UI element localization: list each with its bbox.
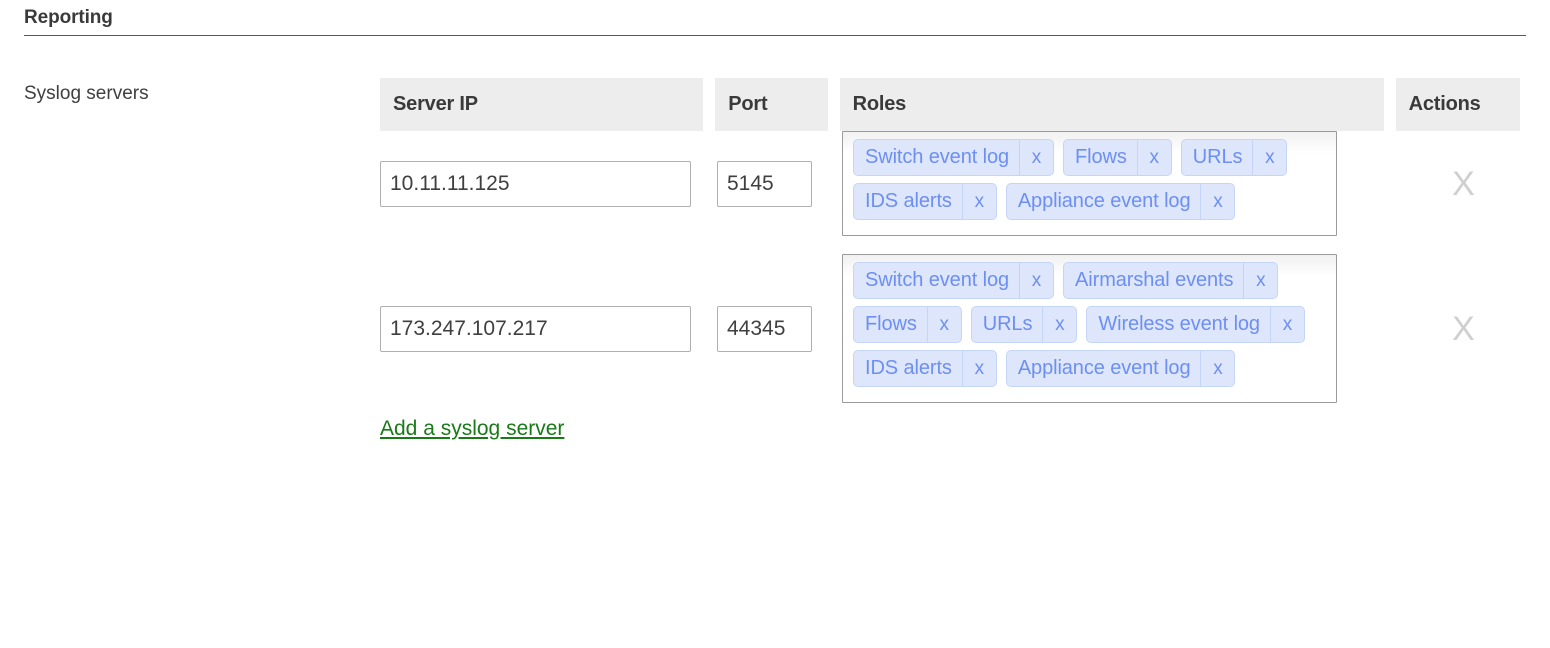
column-header-roles: Roles [839, 78, 1384, 131]
role-tag: Airmarshal events x [1063, 262, 1279, 299]
page-title: Reporting [24, 7, 113, 28]
role-tag-remove-icon[interactable]: x [961, 351, 996, 386]
section-header: Reporting [24, 6, 1526, 36]
role-tag-remove-icon[interactable]: x [1243, 263, 1277, 298]
role-tag: Switch event log x [853, 139, 1055, 176]
roles-cell: Switch event log x Flows x URLs x IDS alerts x A… [842, 131, 1389, 236]
port-input[interactable] [717, 305, 812, 352]
port-cell [717, 131, 830, 236]
roles-cell: Switch event log x Airmarshal events x Flows… [842, 254, 1389, 403]
role-tag-label: Switch event log [865, 146, 1010, 168]
role-tag-remove-icon[interactable]: x [1252, 140, 1286, 175]
header-gap [703, 78, 716, 131]
server-ip-cell [380, 131, 705, 236]
delete-row-icon[interactable]: X [1452, 312, 1475, 346]
role-tag: Wireless event log x [1086, 306, 1305, 343]
role-tag: IDS alerts x [853, 350, 997, 387]
server-ip-input[interactable] [380, 160, 691, 207]
role-tag-label: Appliance event log [1017, 357, 1191, 379]
syslog-servers-label: Syslog servers [24, 83, 149, 104]
role-tag-remove-icon[interactable]: x [1269, 307, 1304, 342]
column-header-port: Port [715, 78, 828, 131]
column-header-server-ip: Server IP [380, 78, 704, 131]
role-tag-remove-icon[interactable]: x [1042, 307, 1076, 342]
add-syslog-server-row: Add a syslog server [380, 403, 1520, 441]
role-tag-remove-icon[interactable]: x [1136, 140, 1171, 175]
role-tag-remove-icon[interactable]: x [1019, 140, 1053, 175]
role-tag-remove-icon[interactable]: x [926, 307, 961, 342]
role-tag-label: Flows [865, 313, 917, 335]
table-row: Switch event logxAirmarshal eventsxFlows… [380, 254, 1520, 403]
server-ip-input[interactable] [380, 305, 691, 352]
role-tag: IDS alerts x [853, 183, 997, 220]
role-tag: Appliance event log x [1005, 183, 1236, 220]
role-tag-label: IDS alerts [865, 357, 952, 379]
role-tag: Flows x [1063, 139, 1172, 176]
table-body: Switch event logxFlowsxURLsxIDS alertsxA… [380, 131, 1520, 403]
header-gap [1383, 78, 1396, 131]
role-tag-remove-icon[interactable]: x [1200, 184, 1234, 219]
server-ip-cell [380, 254, 705, 403]
roles-tag-box[interactable]: Switch event log x Flows x URLs x IDS alerts x A… [842, 131, 1337, 236]
role-tag-remove-icon[interactable]: x [961, 184, 996, 219]
role-tag-label: Appliance event log [1017, 190, 1191, 212]
roles-tag-list: Switch event log x Airmarshal events x Flows… [853, 262, 1328, 394]
add-syslog-server-link[interactable]: Add a syslog server [380, 417, 564, 441]
roles-tag-list: Switch event log x Flows x URLs x IDS alerts x A… [853, 139, 1328, 227]
table-header-row: Server IP Port Roles Actions [380, 78, 1521, 131]
role-tag-remove-icon[interactable]: x [1200, 351, 1234, 386]
role-tag: Flows x [853, 306, 962, 343]
role-tag-label: Flows [1075, 146, 1127, 168]
role-tag-label: Wireless event log [1098, 313, 1260, 335]
section-divider [24, 35, 1526, 36]
role-tag-label: Airmarshal events [1075, 269, 1234, 291]
port-cell [717, 254, 830, 403]
column-header-actions: Actions [1395, 78, 1521, 131]
role-tag-remove-icon[interactable]: x [1019, 263, 1053, 298]
row-spacer [380, 236, 1520, 254]
actions-cell: X [1401, 131, 1526, 236]
role-tag: Switch event log x [853, 262, 1055, 299]
delete-row-icon[interactable]: X [1452, 167, 1475, 201]
role-tag-label: URLs [982, 313, 1033, 335]
role-tag: Appliance event log x [1005, 350, 1236, 387]
role-tag: URLs x [970, 306, 1078, 343]
header-gap [827, 78, 840, 131]
actions-cell: X [1401, 254, 1526, 403]
port-input[interactable] [717, 160, 812, 207]
roles-tag-box[interactable]: Switch event log x Airmarshal events x Flows… [842, 254, 1337, 403]
table-row: Switch event logxFlowsxURLsxIDS alertsxA… [380, 131, 1520, 236]
role-tag: URLs x [1180, 139, 1288, 176]
role-tag-label: IDS alerts [865, 190, 952, 212]
role-tag-label: URLs [1192, 146, 1243, 168]
role-tag-label: Switch event log [865, 269, 1010, 291]
syslog-servers-table: Server IP Port Roles Actions Switch even… [380, 78, 1521, 441]
